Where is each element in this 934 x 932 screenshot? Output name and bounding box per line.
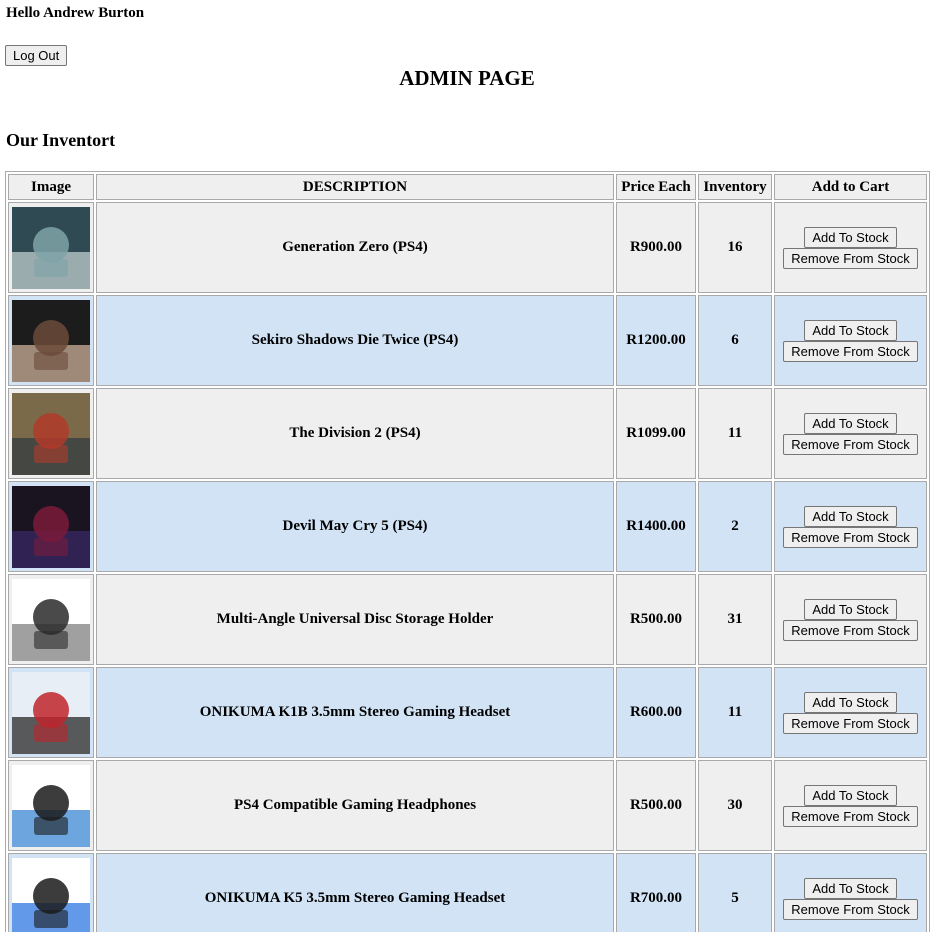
table-row: ONIKUMA K1B 3.5mm Stereo Gaming Headset … [8, 667, 927, 758]
inventory-cell: 6 [698, 295, 772, 386]
image-cell [8, 388, 94, 479]
remove-from-stock-button[interactable]: Remove From Stock [783, 898, 918, 920]
image-cell [8, 481, 94, 572]
inventory-cell: 31 [698, 574, 772, 665]
product-image [12, 392, 90, 475]
column-header-image: Image [8, 174, 94, 200]
page-title: ADMIN PAGE [399, 66, 535, 90]
product-image [12, 578, 90, 661]
column-header-description: DESCRIPTION [96, 174, 614, 200]
add-to-stock-button[interactable]: Add To Stock [804, 505, 897, 527]
add-to-stock-button[interactable]: Add To Stock [804, 784, 897, 806]
actions-cell: Add To Stock Remove From Stock [774, 295, 927, 386]
product-image [12, 485, 90, 568]
inventory-cell: 11 [698, 388, 772, 479]
remove-from-stock-button[interactable]: Remove From Stock [783, 712, 918, 734]
product-image [12, 671, 90, 754]
logout-button[interactable]: Log Out [5, 45, 68, 66]
image-cell [8, 295, 94, 386]
price-cell: R700.00 [616, 853, 696, 932]
section-title: Our Inventort [6, 130, 116, 150]
description-cell: Devil May Cry 5 (PS4) [96, 481, 614, 572]
remove-from-stock-button[interactable]: Remove From Stock [783, 526, 918, 548]
remove-from-stock-button[interactable]: Remove From Stock [783, 805, 918, 827]
description-cell: ONIKUMA K5 3.5mm Stereo Gaming Headset [96, 853, 614, 932]
inventory-cell: 30 [698, 760, 772, 851]
add-to-stock-button[interactable]: Add To Stock [804, 319, 897, 341]
table-header-row: Image DESCRIPTION Price Each Inventory A… [8, 174, 927, 200]
image-cell [8, 760, 94, 851]
actions-cell: Add To Stock Remove From Stock [774, 574, 927, 665]
table-row: Generation Zero (PS4) R900.00 16 Add To … [8, 202, 927, 293]
description-cell: Generation Zero (PS4) [96, 202, 614, 293]
image-cell [8, 202, 94, 293]
table-row: Multi-Angle Universal Disc Storage Holde… [8, 574, 927, 665]
table-row: ONIKUMA K5 3.5mm Stereo Gaming Headset R… [8, 853, 927, 932]
actions-cell: Add To Stock Remove From Stock [774, 388, 927, 479]
table-row: PS4 Compatible Gaming Headphones R500.00… [8, 760, 927, 851]
inventory-cell: 2 [698, 481, 772, 572]
description-cell: Sekiro Shadows Die Twice (PS4) [96, 295, 614, 386]
admin-page: Hello Andrew Burton Log Out ADMIN PAGE O… [0, 0, 934, 932]
add-to-stock-button[interactable]: Add To Stock [804, 412, 897, 434]
inventory-table: Image DESCRIPTION Price Each Inventory A… [5, 171, 930, 932]
inventory-cell: 16 [698, 202, 772, 293]
actions-cell: Add To Stock Remove From Stock [774, 853, 927, 932]
description-cell: The Division 2 (PS4) [96, 388, 614, 479]
remove-from-stock-button[interactable]: Remove From Stock [783, 619, 918, 641]
description-cell: ONIKUMA K1B 3.5mm Stereo Gaming Headset [96, 667, 614, 758]
price-cell: R900.00 [616, 202, 696, 293]
price-cell: R1099.00 [616, 388, 696, 479]
actions-cell: Add To Stock Remove From Stock [774, 481, 927, 572]
inventory-cell: 5 [698, 853, 772, 932]
actions-cell: Add To Stock Remove From Stock [774, 667, 927, 758]
greeting-text: Hello Andrew Burton [6, 5, 145, 21]
remove-from-stock-button[interactable]: Remove From Stock [783, 340, 918, 362]
table-row: Devil May Cry 5 (PS4) R1400.00 2 Add To … [8, 481, 927, 572]
description-cell: PS4 Compatible Gaming Headphones [96, 760, 614, 851]
product-image [12, 299, 90, 382]
description-cell: Multi-Angle Universal Disc Storage Holde… [96, 574, 614, 665]
remove-from-stock-button[interactable]: Remove From Stock [783, 433, 918, 455]
add-to-stock-button[interactable]: Add To Stock [804, 598, 897, 620]
product-image [12, 206, 90, 289]
add-to-stock-button[interactable]: Add To Stock [804, 877, 897, 899]
table-row: The Division 2 (PS4) R1099.00 11 Add To … [8, 388, 927, 479]
price-cell: R500.00 [616, 760, 696, 851]
remove-from-stock-button[interactable]: Remove From Stock [783, 247, 918, 269]
image-cell [8, 667, 94, 758]
inventory-cell: 11 [698, 667, 772, 758]
column-header-inventory: Inventory [698, 174, 772, 200]
price-cell: R1400.00 [616, 481, 696, 572]
add-to-stock-button[interactable]: Add To Stock [804, 691, 897, 713]
column-header-price: Price Each [616, 174, 696, 200]
price-cell: R600.00 [616, 667, 696, 758]
product-image [12, 764, 90, 847]
price-cell: R500.00 [616, 574, 696, 665]
column-header-add-to-cart: Add to Cart [774, 174, 927, 200]
actions-cell: Add To Stock Remove From Stock [774, 202, 927, 293]
table-row: Sekiro Shadows Die Twice (PS4) R1200.00 … [8, 295, 927, 386]
price-cell: R1200.00 [616, 295, 696, 386]
image-cell [8, 853, 94, 932]
product-image [12, 857, 90, 932]
actions-cell: Add To Stock Remove From Stock [774, 760, 927, 851]
add-to-stock-button[interactable]: Add To Stock [804, 226, 897, 248]
image-cell [8, 574, 94, 665]
